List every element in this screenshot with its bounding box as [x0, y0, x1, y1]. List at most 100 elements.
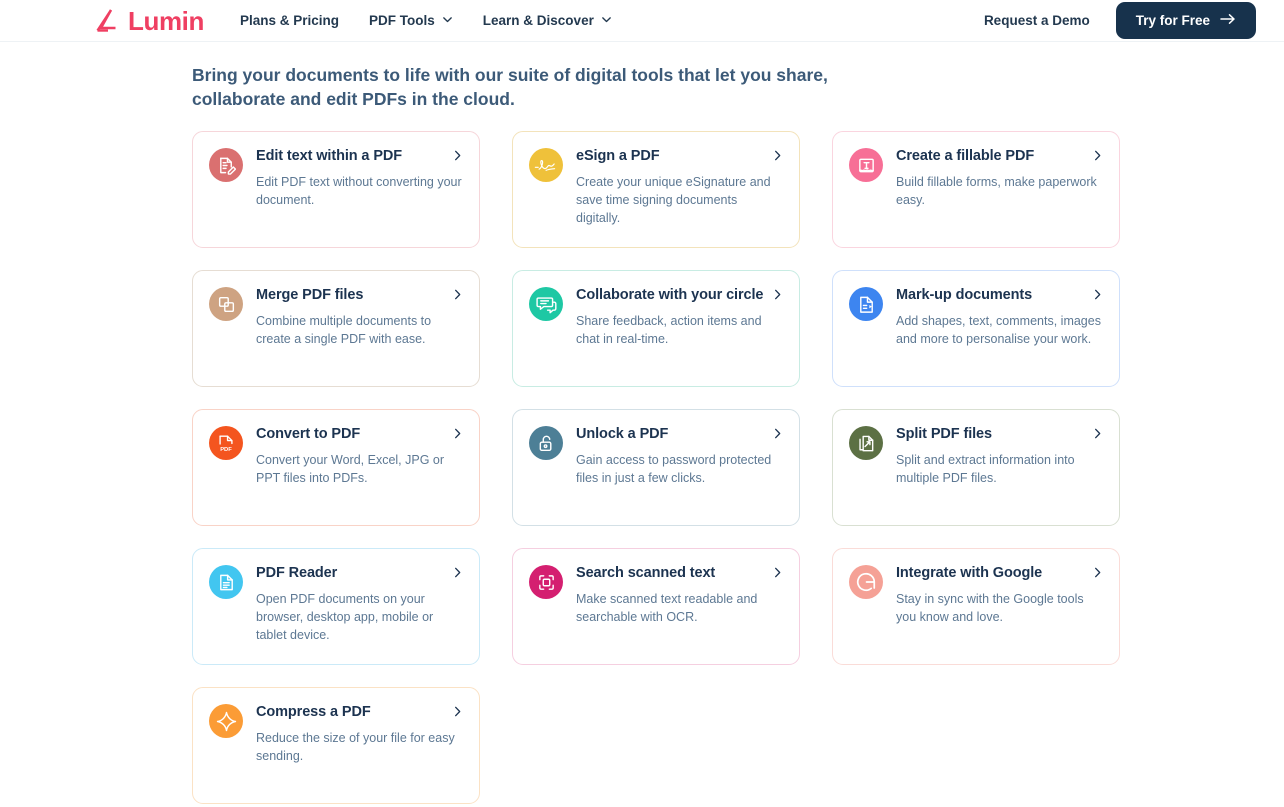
unlock-padlock-icon — [529, 426, 563, 461]
tool-card[interactable]: Compress a PDF Reduce the size of your f… — [192, 687, 480, 805]
chevron-down-icon — [442, 13, 453, 28]
merge-squares-icon — [209, 287, 243, 322]
tool-cards-grid: Edit text within a PDF Edit PDF text wit… — [0, 111, 1124, 805]
chevron-right-icon[interactable] — [772, 286, 783, 306]
tool-card-header: Unlock a PDF — [576, 425, 783, 445]
chevron-right-icon[interactable] — [452, 286, 463, 306]
tool-card-body: Search scanned text Make scanned text re… — [576, 564, 783, 664]
tool-card-body: Integrate with Google Stay in sync with … — [896, 564, 1103, 664]
tool-card-title: Mark-up documents — [896, 287, 1033, 304]
chevron-right-icon[interactable] — [1092, 286, 1103, 306]
tool-card-header: Collaborate with your circle — [576, 286, 783, 306]
ocr-scan-icon — [529, 565, 563, 600]
nav-label: Learn & Discover — [482, 13, 594, 28]
tool-card-header: eSign a PDF — [576, 147, 783, 167]
chevron-right-icon[interactable] — [452, 703, 463, 723]
chevron-right-icon[interactable] — [1092, 147, 1103, 167]
tool-card-description: Create your unique eSignature and save t… — [576, 175, 771, 225]
tool-card-body: PDF Reader Open PDF documents on your br… — [256, 564, 463, 664]
tool-card[interactable]: Integrate with Google Stay in sync with … — [832, 548, 1120, 666]
google-g-icon — [849, 565, 883, 600]
tool-card-body: Compress a PDF Reduce the size of your f… — [256, 703, 463, 803]
tool-card-header: Search scanned text — [576, 564, 783, 584]
svg-text:PDF: PDF — [220, 447, 232, 453]
tool-card-header: Convert to PDF — [256, 425, 463, 445]
tool-card-description: Add shapes, text, comments, images and m… — [896, 314, 1101, 346]
tool-card-header: Edit text within a PDF — [256, 147, 463, 167]
markup-document-icon — [849, 287, 883, 322]
tool-card-body: Collaborate with your circle Share feedb… — [576, 286, 783, 386]
chevron-right-icon[interactable] — [452, 564, 463, 584]
tool-card-header: PDF Reader — [256, 564, 463, 584]
chevron-right-icon[interactable] — [1092, 564, 1103, 584]
tool-card-description: Split and extract information into multi… — [896, 453, 1075, 485]
tool-card-header: Merge PDF files — [256, 286, 463, 306]
tool-card-body: Convert to PDF Convert your Word, Excel,… — [256, 425, 463, 525]
tool-card[interactable]: Collaborate with your circle Share feedb… — [512, 270, 800, 388]
tool-card-title: Edit text within a PDF — [256, 148, 403, 165]
tool-card-description: Share feedback, action items and chat in… — [576, 314, 762, 346]
tool-card-title: Create a fillable PDF — [896, 148, 1035, 165]
chevron-right-icon[interactable] — [772, 564, 783, 584]
tool-card[interactable]: PDF Convert to PDF Convert your Word, Ex… — [192, 409, 480, 527]
header-actions: Request a Demo Try for Free — [984, 2, 1256, 39]
tool-card-description: Convert your Word, Excel, JPG or PPT fil… — [256, 453, 445, 485]
tool-card-header: Mark-up documents — [896, 286, 1103, 306]
tool-card-description: Stay in sync with the Google tools you k… — [896, 592, 1084, 624]
tool-card[interactable]: Edit text within a PDF Edit PDF text wit… — [192, 131, 480, 249]
tool-card-title: Collaborate with your circle — [576, 287, 764, 304]
form-field-icon — [849, 148, 883, 183]
tool-card[interactable]: Mark-up documents Add shapes, text, comm… — [832, 270, 1120, 388]
tool-card-title: Split PDF files — [896, 426, 992, 443]
edit-document-icon — [209, 148, 243, 183]
tool-card-header: Split PDF files — [896, 425, 1103, 445]
tool-card-body: eSign a PDF Create your unique eSignatur… — [576, 147, 783, 247]
chevron-right-icon[interactable] — [1092, 425, 1103, 445]
site-header: Lumin Plans & Pricing PDF Tools Learn & … — [0, 0, 1284, 42]
tool-card-title: Merge PDF files — [256, 287, 364, 304]
esignature-icon — [529, 148, 563, 183]
logo-text: Lumin — [128, 5, 204, 36]
chevron-right-icon[interactable] — [452, 147, 463, 167]
request-demo-link[interactable]: Request a Demo — [984, 13, 1090, 28]
tool-card-description: Combine multiple documents to create a s… — [256, 314, 432, 346]
tool-card-body: Create a fillable PDF Build fillable for… — [896, 147, 1103, 247]
tool-card-header: Create a fillable PDF — [896, 147, 1103, 167]
tool-card-title: Convert to PDF — [256, 426, 361, 443]
tool-card[interactable]: Split PDF files Split and extract inform… — [832, 409, 1120, 527]
tool-card-body: Unlock a PDF Gain access to password pro… — [576, 425, 783, 525]
tool-card-title: Search scanned text — [576, 565, 716, 582]
nav-item-pdf-tools[interactable]: PDF Tools — [369, 13, 453, 28]
tool-card-description: Build fillable forms, make paperwork eas… — [896, 175, 1097, 207]
tool-card[interactable]: Create a fillable PDF Build fillable for… — [832, 131, 1120, 249]
tool-card[interactable]: eSign a PDF Create your unique eSignatur… — [512, 131, 800, 249]
tool-card-description: Gain access to password protected files … — [576, 453, 772, 485]
arrow-right-icon — [1220, 13, 1236, 28]
main-navigation: Plans & Pricing PDF Tools Learn & Discov… — [240, 13, 612, 28]
tool-card-header: Compress a PDF — [256, 703, 463, 723]
tool-card[interactable]: Unlock a PDF Gain access to password pro… — [512, 409, 800, 527]
lumin-logo[interactable]: Lumin — [92, 6, 204, 36]
reader-document-icon — [209, 565, 243, 600]
tool-card-description: Open PDF documents on your browser, desk… — [256, 592, 434, 642]
try-for-free-label: Try for Free — [1135, 13, 1210, 28]
tool-card[interactable]: Search scanned text Make scanned text re… — [512, 548, 800, 666]
convert-pdf-icon: PDF — [209, 426, 243, 461]
chevron-down-icon — [601, 13, 612, 28]
nav-item-learn-discover[interactable]: Learn & Discover — [483, 13, 612, 28]
chevron-right-icon[interactable] — [452, 425, 463, 445]
page-headline: Bring your documents to life with our su… — [192, 65, 828, 109]
nav-label: PDF Tools — [369, 13, 435, 28]
chevron-right-icon[interactable] — [772, 425, 783, 445]
tool-card-header: Integrate with Google — [896, 564, 1103, 584]
chevron-right-icon[interactable] — [772, 147, 783, 167]
tool-card-title: PDF Reader — [256, 565, 338, 582]
tool-card[interactable]: Merge PDF files Combine multiple documen… — [192, 270, 480, 388]
try-for-free-button[interactable]: Try for Free — [1115, 2, 1256, 39]
tool-card[interactable]: PDF Reader Open PDF documents on your br… — [192, 548, 480, 666]
chat-bubbles-icon — [529, 287, 563, 322]
nav-item-plans-pricing[interactable]: Plans & Pricing — [240, 13, 339, 28]
lumin-logo-icon — [92, 6, 122, 36]
split-document-icon — [849, 426, 883, 461]
tool-card-title: Compress a PDF — [256, 704, 371, 721]
